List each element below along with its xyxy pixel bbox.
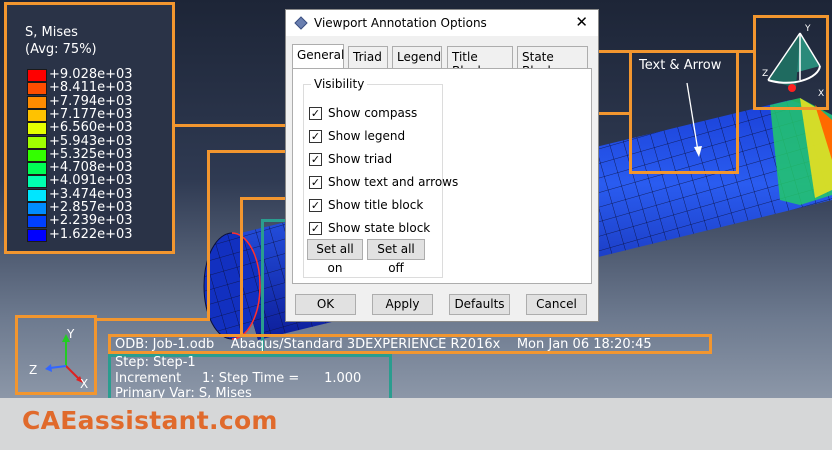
show-text-arrows-label: Show text and arrows [328, 175, 459, 189]
defaults-button[interactable]: Defaults [449, 294, 510, 315]
compass-y-label: Y [804, 24, 811, 34]
legend-row: +1.622e+03 [27, 226, 177, 242]
connector-triad-v [207, 150, 210, 320]
legend-swatch [27, 95, 47, 109]
connector-legend [175, 124, 297, 127]
legend-swatch [27, 162, 47, 176]
connector-title-v [240, 197, 243, 334]
dialog-title: Viewport Annotation Options [314, 16, 487, 30]
show-legend-label: Show legend [328, 129, 406, 143]
triad-y-label: Y [67, 327, 75, 341]
text-arrow-box: Text & Arrow [629, 50, 739, 174]
state-increment: Increment 1: Step Time = 1.000 [115, 371, 362, 386]
legend-panel: S, Mises (Avg: 75%) +9.028e+03 +8.411e+03… [4, 2, 175, 254]
legend-swatch [27, 122, 47, 136]
apply-button[interactable]: Apply [372, 294, 433, 315]
ok-button[interactable]: OK [295, 294, 356, 315]
tab-title-block[interactable]: Title Block [447, 46, 513, 78]
compass-z-label: Z [762, 69, 768, 79]
brand-logo[interactable]: CAEassistant.com [22, 406, 278, 435]
set-all-on-button[interactable]: Set all on [307, 239, 363, 275]
checkmark-icon[interactable]: ✓ [309, 130, 322, 143]
triad-x-label: X [80, 377, 89, 391]
legend-swatch [27, 215, 47, 229]
dialog-titlebar[interactable]: Viewport Annotation Options ✕ [286, 10, 598, 36]
show-title-block-label: Show title block [328, 198, 424, 212]
show-triad-label: Show triad [328, 152, 393, 166]
tab-legend[interactable]: Legend [392, 46, 442, 68]
state-block: Step: Step-1 Increment 1: Step Time = 1.… [108, 354, 392, 402]
app-icon [294, 16, 308, 33]
legend-swatch [27, 188, 47, 202]
state-step: Step: Step-1 [115, 355, 196, 370]
show-state-block-label: Show state block [328, 221, 431, 235]
triad-box: Y Z X [15, 315, 97, 395]
tab-triad[interactable]: Triad [348, 46, 388, 68]
tab-state-block[interactable]: State Block [517, 46, 588, 78]
legend-swatch [27, 148, 47, 162]
general-tab-panel: Visibility ✓ Show compass ✓ Show legend ✓ Sho… [292, 68, 592, 284]
arrow-icon [686, 82, 702, 157]
legend-swatch [27, 82, 47, 96]
legend-swatch [27, 175, 47, 189]
set-all-off-button[interactable]: Set all off [367, 239, 425, 275]
viewport-annotation-dialog: Viewport Annotation Options ✕ General Tr… [285, 9, 599, 322]
checkmark-icon[interactable]: ✓ [309, 107, 322, 120]
show-compass-label: Show compass [328, 106, 418, 120]
visibility-label: Visibility [311, 77, 368, 91]
connector-triad [207, 150, 297, 153]
triad-z-label: Z [29, 363, 38, 377]
compass-box: Y Z X [753, 15, 829, 110]
legend-swatch [27, 108, 47, 122]
connector-triad-h [97, 318, 210, 321]
title-block: ODB: Job-1.odb Abaqus/Standard 3DEXPERIE… [108, 334, 712, 354]
legend-title: S, Mises [25, 25, 78, 40]
legend-swatch [27, 202, 47, 215]
legend-swatch [27, 228, 47, 242]
tab-general[interactable]: General [292, 44, 344, 69]
checkmark-icon[interactable]: ✓ [309, 176, 322, 189]
legend-swatch [27, 69, 47, 82]
legend-subtitle: (Avg: 75%) [25, 42, 97, 57]
title-block-text: ODB: Job-1.odb Abaqus/Standard 3DEXPERIE… [115, 337, 652, 352]
legend-value: +1.622e+03 [49, 226, 133, 242]
compass-icon: Y Z X [762, 24, 824, 99]
close-icon[interactable]: ✕ [575, 13, 588, 31]
checkmark-icon[interactable]: ✓ [309, 153, 322, 166]
checkmark-icon[interactable]: ✓ [309, 222, 322, 235]
legend-swatch [27, 135, 47, 149]
cancel-button[interactable]: Cancel [526, 294, 587, 315]
checkmark-icon[interactable]: ✓ [309, 199, 322, 212]
compass-x-label: X [818, 89, 824, 99]
